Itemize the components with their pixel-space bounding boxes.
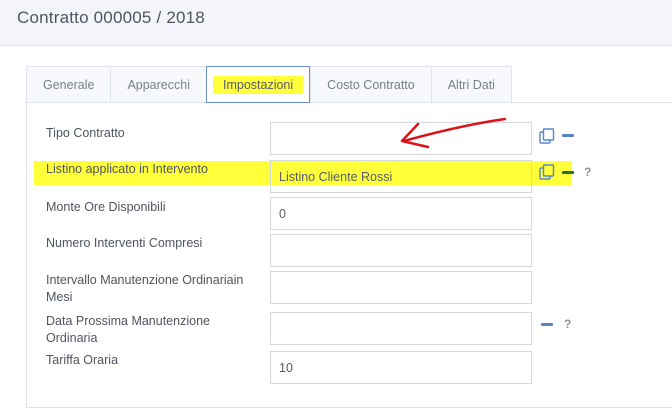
tariffa-oraria-field[interactable]: 10 <box>270 351 532 384</box>
page-header: Contratto 000005 / 2018 <box>0 0 672 46</box>
field-label: Monte Ore Disponibili <box>46 200 166 214</box>
tab-bar: Generale Apparecchi Impostazioni Costo C… <box>26 66 512 103</box>
field-label: Tariffa Oraria <box>46 353 119 367</box>
field-label: Numero Interventi Compresi <box>46 236 203 250</box>
tab-label: Generale <box>43 77 95 92</box>
field-label: Intervallo Manutenzione Ordinariain Mesi <box>46 273 244 304</box>
tipo-contratto-field[interactable] <box>270 122 532 155</box>
data-prossima-field[interactable] <box>270 312 532 345</box>
intervallo-field[interactable] <box>270 271 532 304</box>
help-icon[interactable]: ? <box>584 165 591 179</box>
page-title: Contratto 000005 / 2018 <box>17 8 205 27</box>
listino-field[interactable]: Listino Cliente Rossi <box>270 160 532 193</box>
tab-label: Apparecchi <box>127 77 190 92</box>
copy-icon[interactable] <box>539 128 555 144</box>
help-icon[interactable]: ? <box>564 317 571 331</box>
field-label: Tipo Contratto <box>46 126 125 140</box>
minus-icon[interactable] <box>562 134 574 137</box>
tab-label: Costo Contratto <box>327 77 415 92</box>
numero-interventi-field[interactable] <box>270 234 532 267</box>
monte-ore-field[interactable]: 0 <box>270 197 532 230</box>
minus-icon[interactable] <box>541 323 553 326</box>
minus-icon[interactable] <box>562 171 574 174</box>
tab-label: Altri Dati <box>447 77 495 92</box>
tab-label: Impostazioni <box>212 75 304 94</box>
tab-altri-dati[interactable]: Altri Dati <box>430 66 512 103</box>
tab-costo-contratto[interactable]: Costo Contratto <box>310 66 431 103</box>
tab-impostazioni[interactable]: Impostazioni <box>205 66 311 103</box>
copy-icon[interactable] <box>539 164 555 180</box>
field-label: Data Prossima Manutenzione Ordinaria <box>46 314 210 345</box>
field-label: Listino applicato in Intervento <box>46 162 208 176</box>
tab-generale[interactable]: Generale <box>26 66 111 103</box>
tab-apparecchi[interactable]: Apparecchi <box>110 66 206 103</box>
